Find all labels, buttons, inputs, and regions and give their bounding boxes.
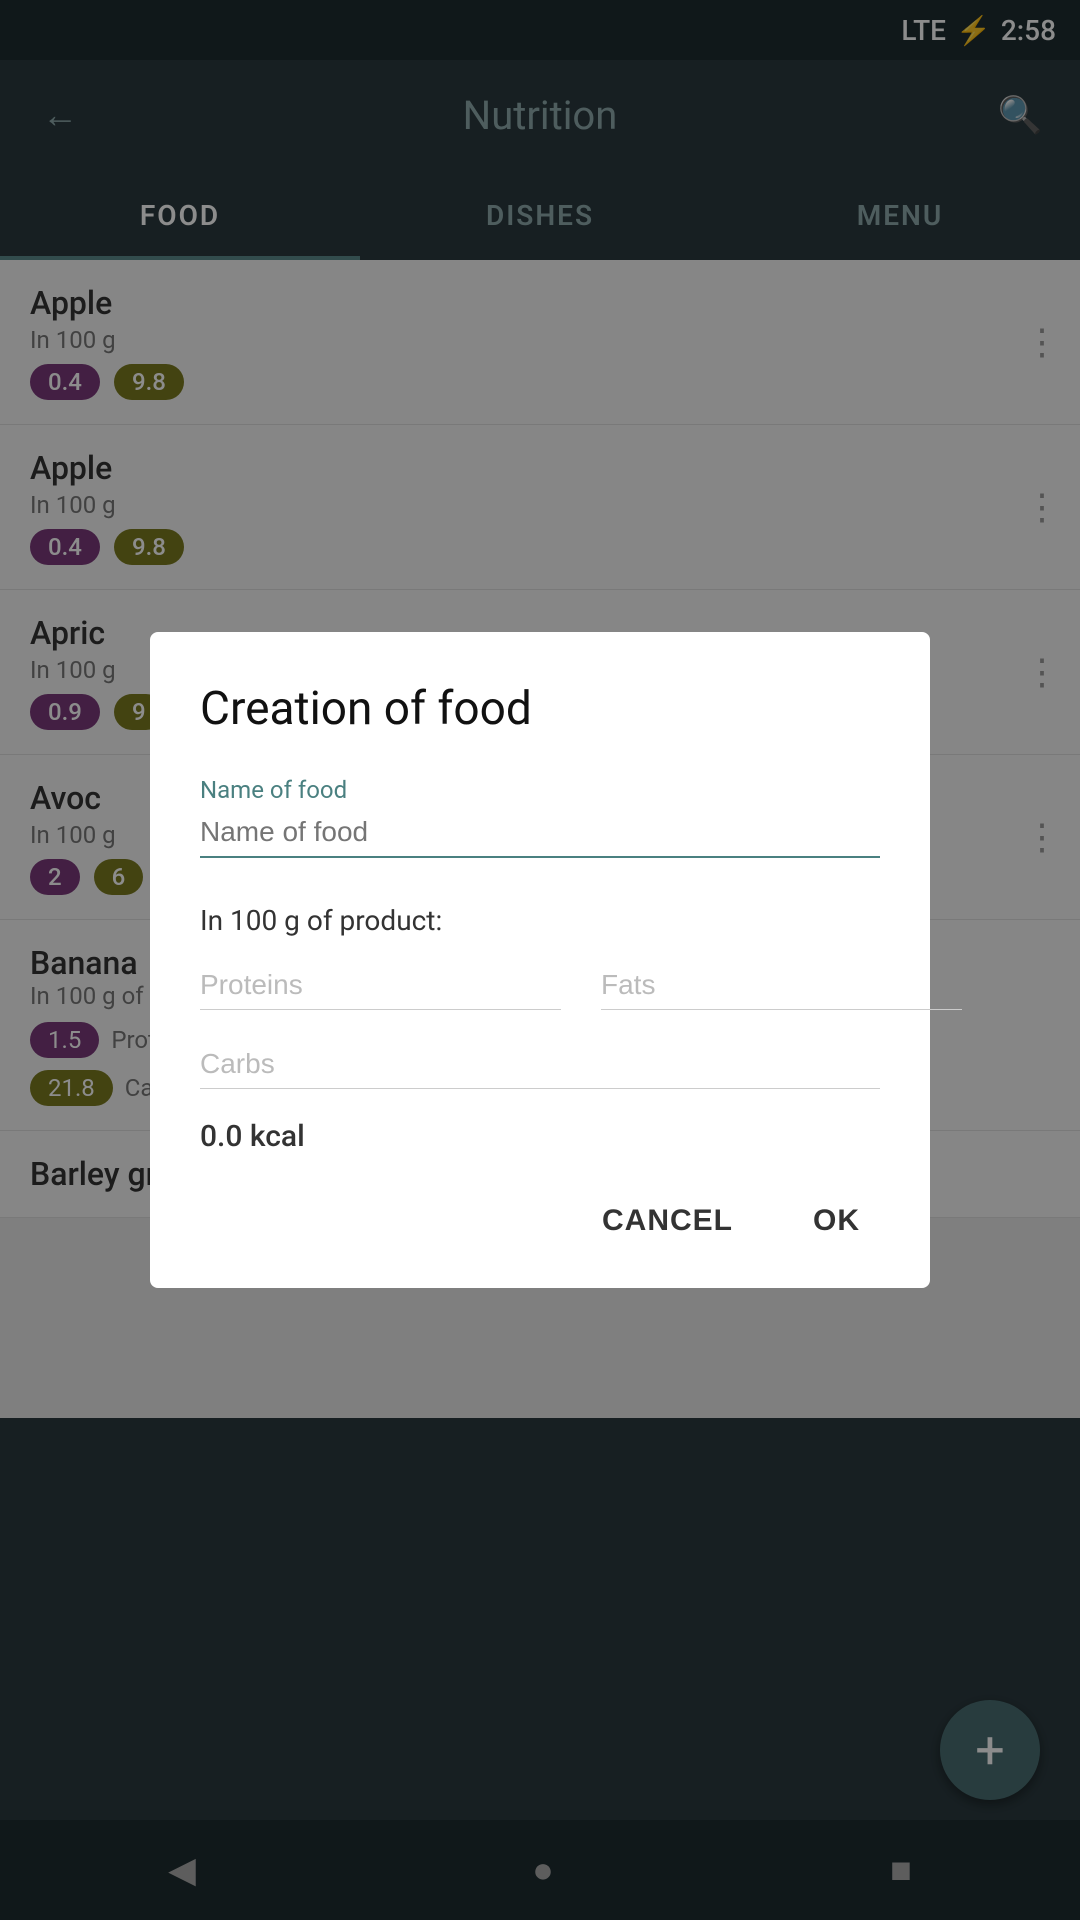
fats-input[interactable]	[601, 961, 962, 1010]
kcal-display: 0.0 kcal	[200, 1119, 880, 1154]
in100-label: In 100 g of product:	[200, 904, 880, 937]
ok-button[interactable]: OK	[793, 1194, 880, 1248]
creation-dialog: Creation of food Name of food In 100 g o…	[150, 632, 930, 1288]
dialog-actions: CANCEL OK	[200, 1194, 880, 1248]
nutrition-row	[200, 961, 880, 1010]
carbs-row	[200, 1040, 880, 1089]
name-label: Name of food	[200, 776, 880, 804]
proteins-field	[200, 961, 561, 1010]
proteins-input[interactable]	[200, 961, 561, 1010]
fats-field	[601, 961, 962, 1010]
dialog-title: Creation of food	[200, 682, 880, 736]
food-name-input[interactable]	[200, 808, 880, 858]
dialog-overlay: Creation of food Name of food In 100 g o…	[0, 0, 1080, 1920]
carbs-field	[200, 1040, 880, 1089]
cancel-button[interactable]: CANCEL	[582, 1194, 753, 1248]
carbs-input[interactable]	[200, 1040, 880, 1089]
